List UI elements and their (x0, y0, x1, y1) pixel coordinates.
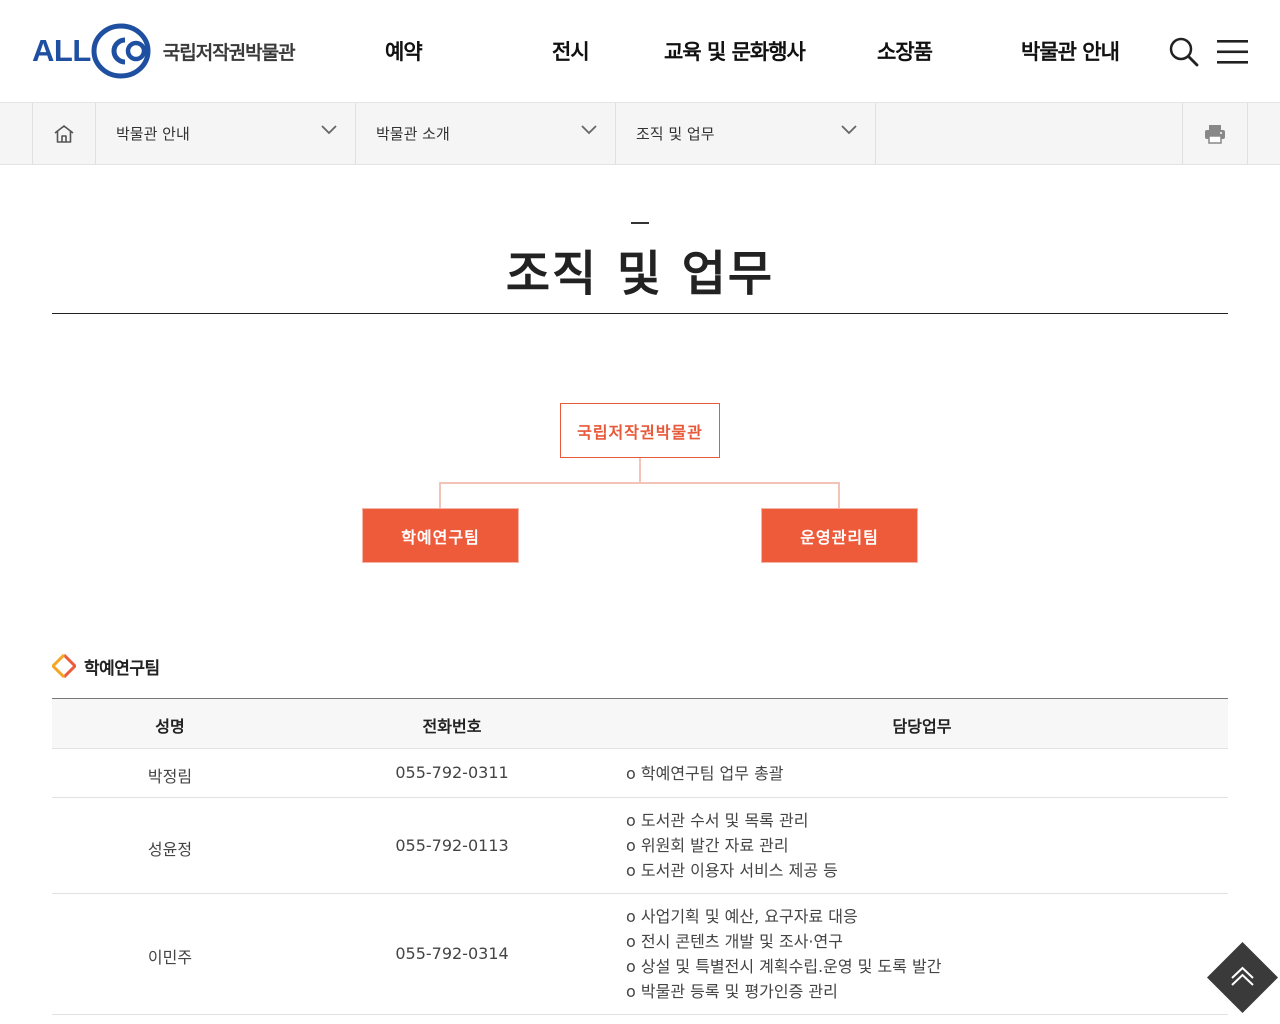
column-header-duties: 담당업무 (892, 717, 952, 736)
home-button[interactable] (32, 103, 96, 164)
staff-duties: o 사업기획 및 예산, 요구자료 대응 o 전시 콘텐츠 개발 및 조사·연구… (626, 904, 941, 1004)
duty-item: o 사업기획 및 예산, 요구자료 대응 (626, 907, 858, 926)
title-decoration (631, 222, 649, 224)
org-connector (639, 458, 641, 483)
org-team-curatorial: 학예연구팀 (363, 509, 518, 562)
location-depth3-dropdown[interactable]: 조직 및 업무 (616, 103, 876, 164)
staff-table: 성명 전화번호 담당업무 박정림 055-792-0311 o 학예연구팀 업무… (52, 698, 1228, 1015)
site-header: ALL 국립저작권박물관 예약 전시 교육 및 문화행사 소장품 박물관 안내 (0, 0, 1280, 103)
staff-name: 이민주 (147, 948, 193, 967)
section-heading: 학예연구팀 (52, 654, 160, 679)
duty-item: o 도서관 수서 및 목록 관리 (626, 811, 809, 830)
table-row: 이민주 055-792-0314 o 사업기획 및 예산, 요구자료 대응 o … (52, 894, 1228, 1015)
nav-reservation[interactable]: 예약 (385, 36, 423, 66)
duty-item: o 전시 콘텐츠 개발 및 조사·연구 (626, 932, 843, 951)
chevron-down-icon (321, 125, 337, 135)
org-connector (439, 482, 840, 484)
duty-item: o 박물관 등록 및 평가인증 관리 (626, 982, 838, 1001)
org-connector (439, 482, 441, 509)
scroll-top-button[interactable] (1205, 940, 1280, 1015)
location-depth1-dropdown[interactable]: 박물관 안내 (96, 103, 356, 164)
duty-item: o 도서관 이용자 서비스 제공 등 (626, 861, 838, 880)
diamond-bullet-icon (52, 654, 76, 678)
column-header-name: 성명 (155, 717, 185, 736)
staff-duties: o 도서관 수서 및 목록 관리 o 위원회 발간 자료 관리 o 도서관 이용… (626, 808, 838, 883)
printer-icon (1205, 124, 1225, 144)
nav-museum-info[interactable]: 박물관 안내 (1021, 36, 1120, 66)
hamburger-icon[interactable] (1217, 38, 1249, 66)
staff-phone: 055-792-0314 (395, 944, 509, 963)
staff-name: 박정림 (147, 767, 193, 786)
duty-item: o 위원회 발간 자료 관리 (626, 836, 789, 855)
staff-phone: 055-792-0311 (395, 763, 509, 782)
duty-item: o 학예연구팀 업무 총괄 (626, 764, 784, 783)
page-title: 조직 및 업무 (505, 246, 775, 302)
table-header: 성명 전화번호 담당업무 (52, 699, 1228, 749)
duty-item: o 상설 및 특별전시 계획수립.운영 및 도록 발간 (626, 957, 942, 976)
nav-education[interactable]: 교육 및 문화행사 (664, 36, 806, 66)
location-bar: 박물관 안내 박물관 소개 조직 및 업무 (0, 103, 1280, 165)
staff-name: 성윤정 (147, 840, 193, 859)
location-depth1-label: 박물관 안내 (116, 125, 190, 143)
org-chart-root: 국립저작권박물관 (560, 403, 720, 458)
home-icon (54, 124, 74, 143)
org-team-operations: 운영관리팀 (762, 509, 917, 562)
chevron-down-icon (841, 125, 857, 135)
nav-collection[interactable]: 소장품 (877, 36, 933, 66)
print-button[interactable] (1182, 103, 1248, 164)
title-divider (52, 313, 1228, 314)
search-icon[interactable] (1168, 36, 1200, 68)
chevron-down-icon (581, 125, 597, 135)
staff-phone: 055-792-0113 (395, 836, 509, 855)
global-nav: 예약 전시 교육 및 문화행사 소장품 박물관 안내 (0, 36, 1280, 68)
location-depth2-label: 박물관 소개 (376, 125, 450, 143)
column-header-phone: 전화번호 (422, 717, 482, 736)
nav-exhibition[interactable]: 전시 (552, 36, 590, 66)
org-connector (838, 482, 840, 509)
table-row: 성윤정 055-792-0113 o 도서관 수서 및 목록 관리 o 위원회 … (52, 798, 1228, 894)
staff-duties: o 학예연구팀 업무 총괄 (626, 761, 784, 786)
section-title: 학예연구팀 (84, 658, 160, 679)
location-depth2-dropdown[interactable]: 박물관 소개 (356, 103, 616, 164)
table-row: 박정림 055-792-0311 o 학예연구팀 업무 총괄 (52, 749, 1228, 798)
location-depth3-label: 조직 및 업무 (636, 125, 715, 143)
